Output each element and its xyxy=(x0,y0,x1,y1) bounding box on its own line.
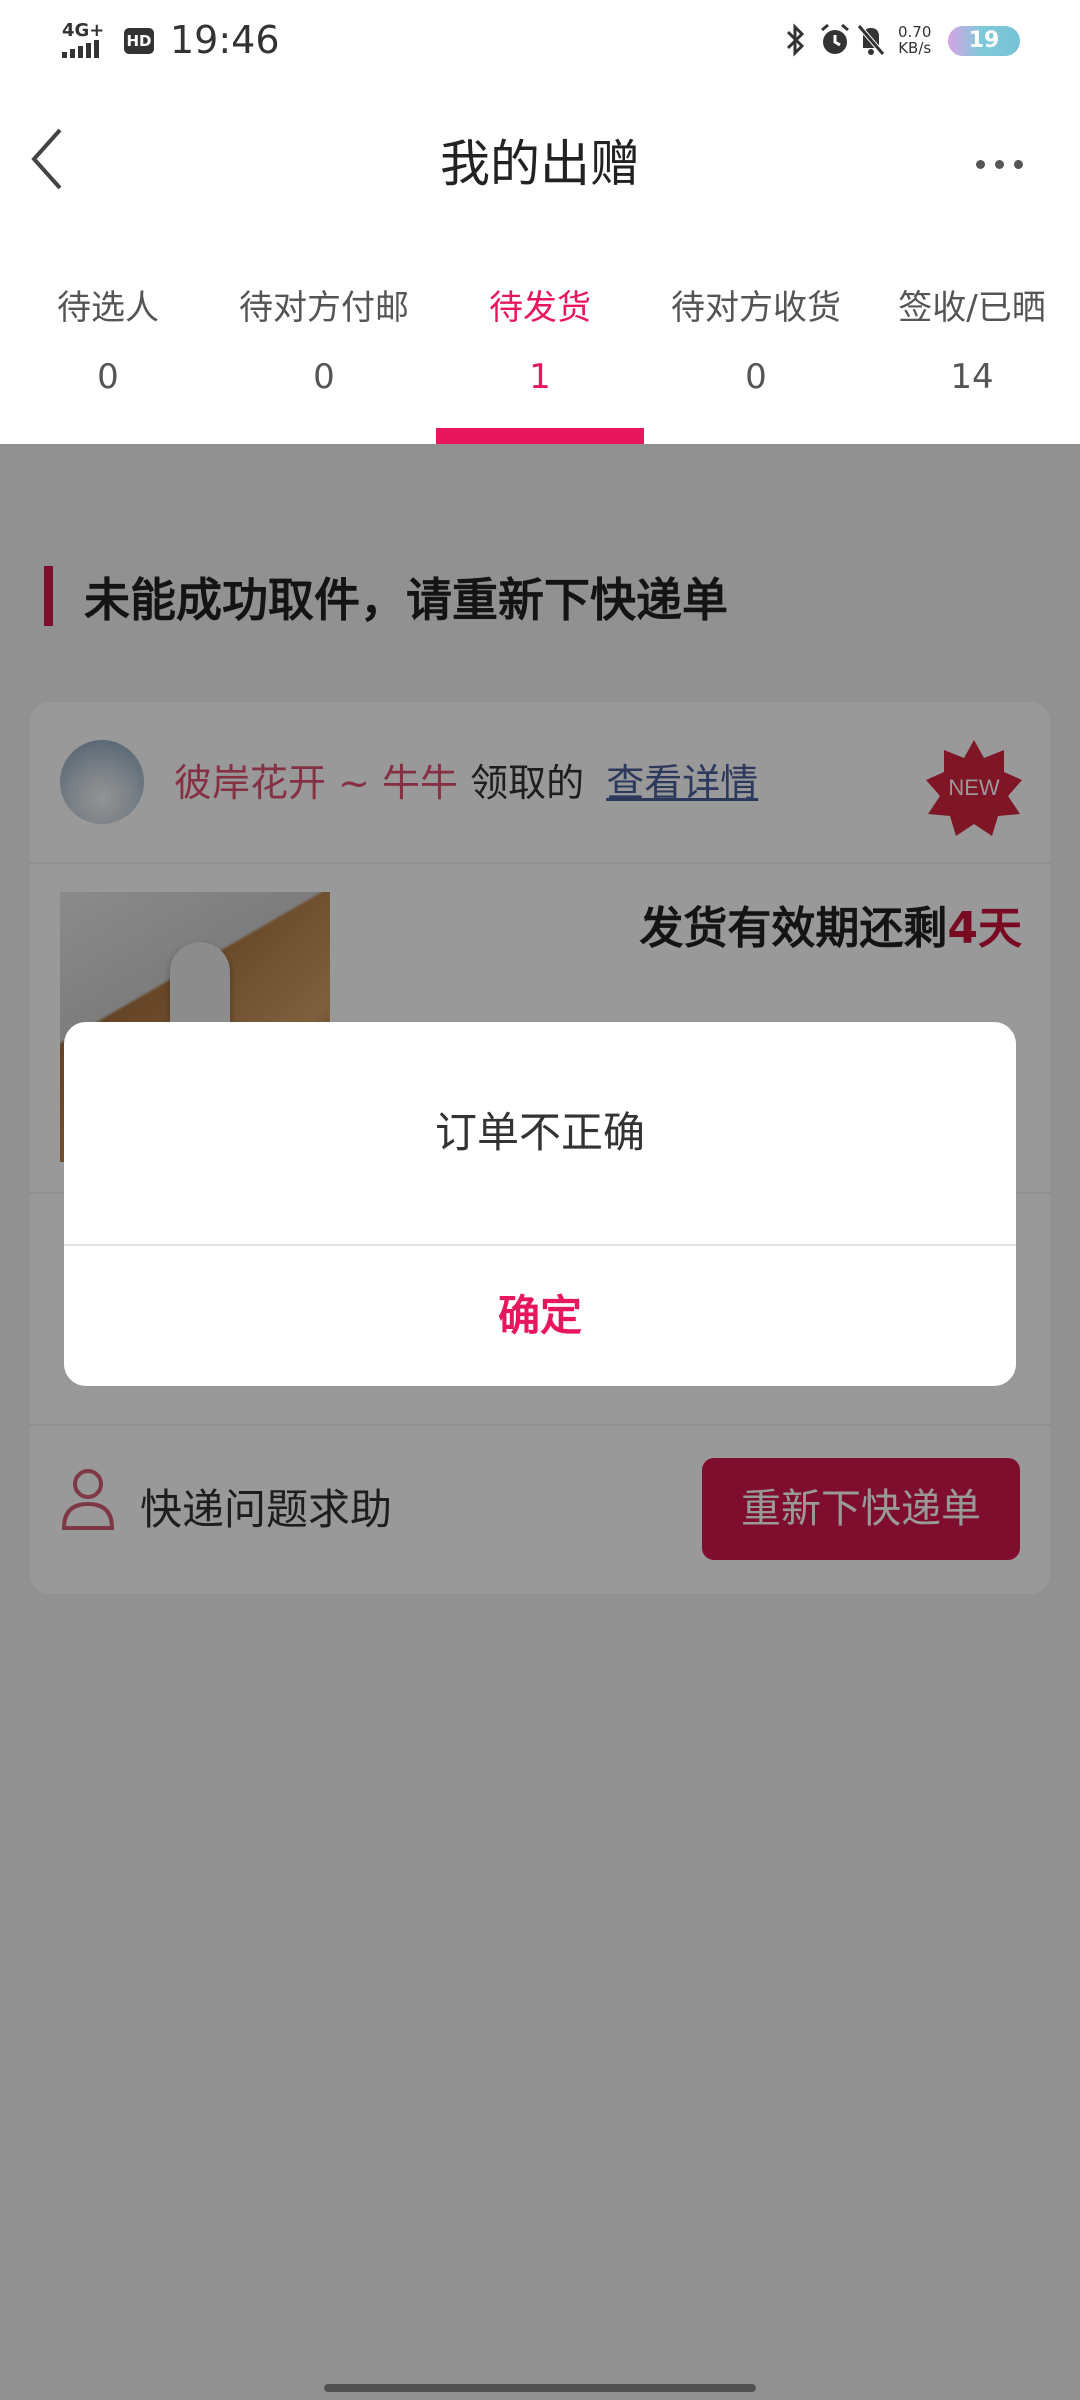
active-tab-indicator xyxy=(436,428,644,444)
alarm-icon xyxy=(821,23,849,54)
tab-count: 1 xyxy=(529,357,551,397)
tab-label: 待发货 xyxy=(489,288,591,328)
tab-pending-receipt[interactable]: 待对方收货 0 xyxy=(648,270,864,444)
hd-badge: HD xyxy=(124,28,154,54)
tab-count: 0 xyxy=(745,357,767,397)
clock: 19:46 xyxy=(170,18,280,62)
status-bar: 4G+ HD 19:46 0.70 KB/s 19 xyxy=(0,0,1080,82)
more-dot xyxy=(1014,160,1023,169)
tab-count: 0 xyxy=(97,357,119,397)
dialog-message: 订单不正确 xyxy=(64,1022,1016,1246)
confirm-button[interactable]: 确定 xyxy=(64,1246,1016,1386)
speed-unit: KB/s xyxy=(898,39,932,57)
tab-count: 0 xyxy=(313,357,335,397)
tab-label: 待对方付邮 xyxy=(239,288,409,328)
network-type: 4G+ xyxy=(62,20,105,41)
alert-dialog: 订单不正确 确定 xyxy=(64,1022,1016,1386)
signal-icon xyxy=(62,40,99,58)
more-dot xyxy=(976,160,985,169)
tab-pending-selection[interactable]: 待选人 0 xyxy=(0,270,216,444)
battery-indicator: 19 xyxy=(948,26,1020,56)
tab-label: 签收/已晒 xyxy=(898,288,1046,328)
more-options-icon[interactable] xyxy=(976,154,1036,174)
tab-pending-shipment[interactable]: 待发货 1 xyxy=(432,270,648,444)
tab-received-shared[interactable]: 签收/已晒 14 xyxy=(864,270,1080,444)
bluetooth-icon xyxy=(786,23,805,57)
page-title: 我的出赠 xyxy=(440,135,640,193)
tab-label: 待对方收货 xyxy=(671,288,841,328)
status-tabs: 待选人 0 待对方付邮 0 待发货 1 待对方收货 0 签收/已晒 14 xyxy=(0,270,1080,444)
mute-bell-icon xyxy=(857,24,885,56)
more-dot xyxy=(995,160,1004,169)
tab-count: 14 xyxy=(950,357,994,397)
tab-label: 待选人 xyxy=(57,288,159,328)
network-speed: 0.70 KB/s xyxy=(898,24,931,56)
tab-pending-postage[interactable]: 待对方付邮 0 xyxy=(216,270,432,444)
app-header: 我的出赠 xyxy=(0,82,1080,232)
modal-overlay[interactable] xyxy=(0,444,1080,2400)
network-indicator: 4G+ xyxy=(62,22,110,62)
